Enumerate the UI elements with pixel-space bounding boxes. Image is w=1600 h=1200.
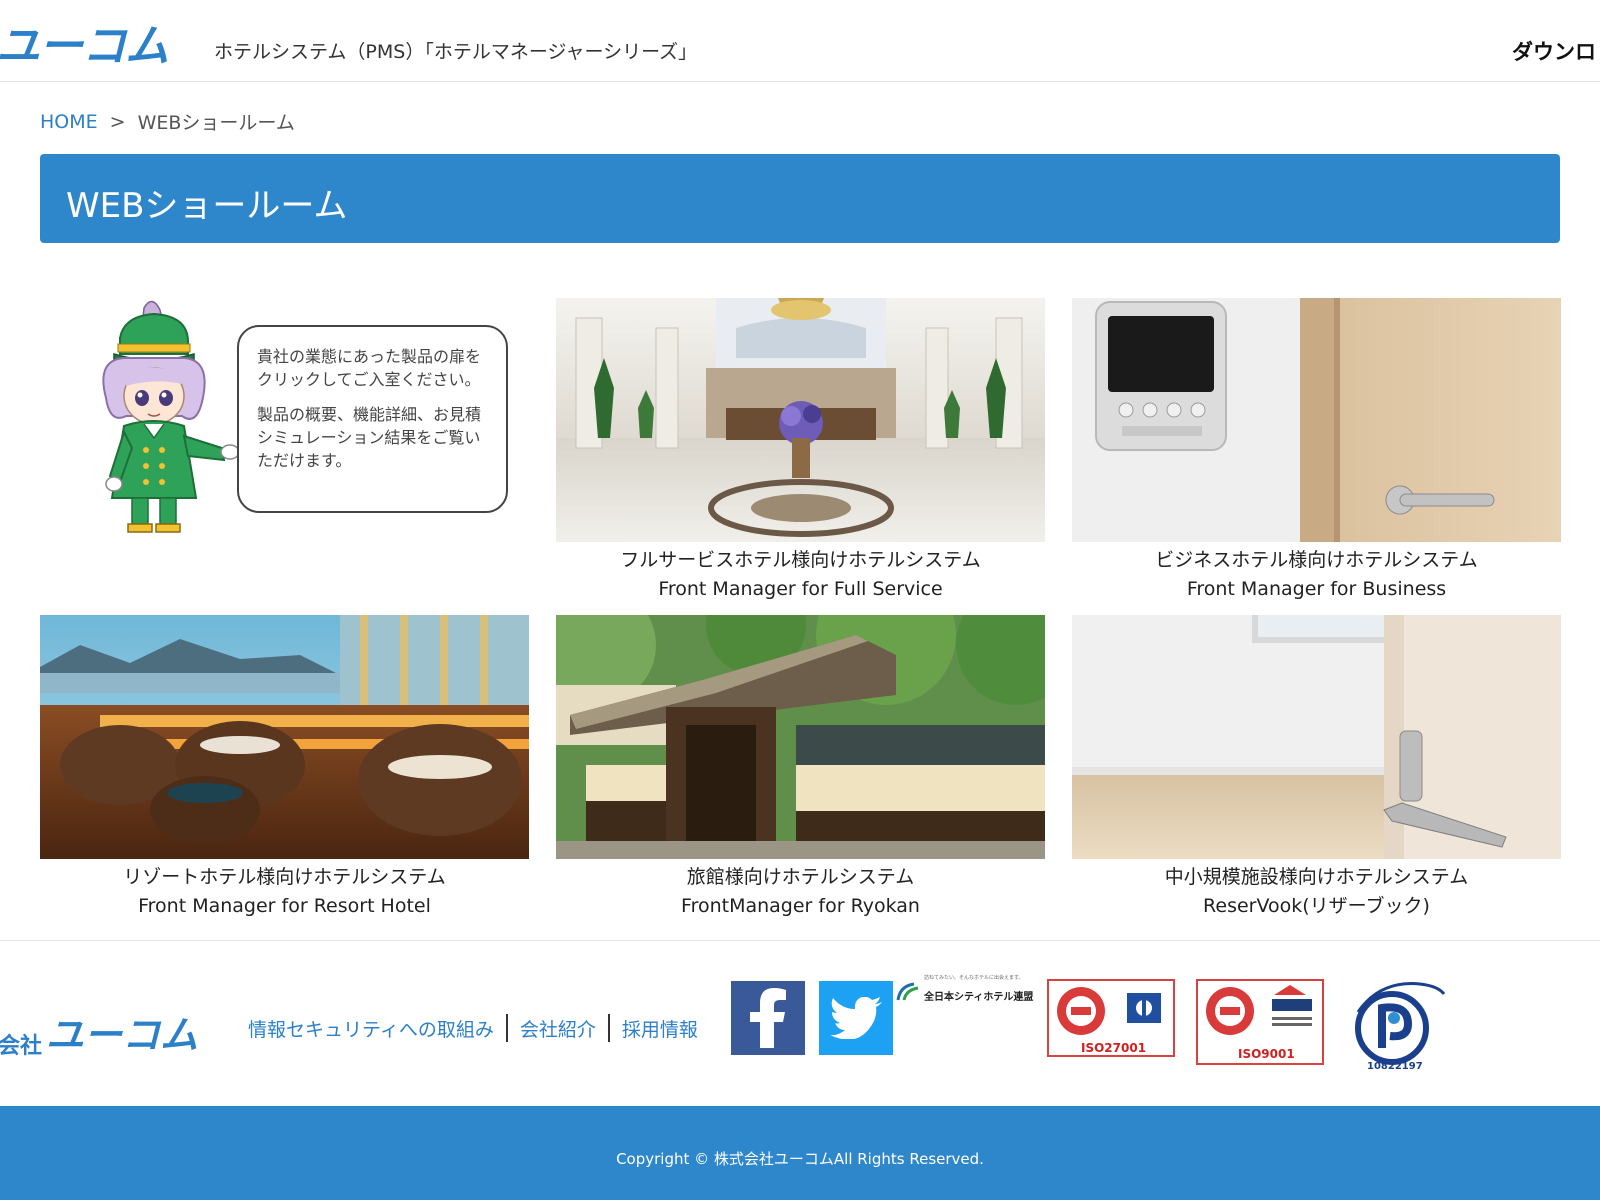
card-caption: ビジネスホテル様向けホテルシステム Front Manager for Busi… bbox=[1072, 542, 1561, 604]
breadcrumb-current: WEBショールーム bbox=[137, 112, 295, 134]
iso27001-label: ISO27001 bbox=[1081, 1041, 1147, 1055]
card-caption: リゾートホテル様向けホテルシステム Front Manager for Reso… bbox=[40, 859, 529, 921]
copyright-text: Copyright © 株式会社ユーコムAll Rights Reserved. bbox=[616, 1150, 984, 1168]
logo-text: ユーコム bbox=[0, 21, 169, 72]
jcha-logo-icon bbox=[896, 982, 919, 1001]
page-title-bar: WEBショールーム bbox=[40, 154, 1560, 243]
card-subtitle: Front Manager for Business bbox=[1186, 578, 1447, 600]
footer-company-prefix: 会社 bbox=[0, 1034, 43, 1059]
intro-panel: 貴社の業態にあった製品の扉をクリックしてご入室ください。 製品の概要、機能詳細、… bbox=[40, 298, 529, 542]
jcha-badge: 訪ねてみたい。そんなホテルに出会えます。 全日本シティホテル連盟 bbox=[896, 974, 1034, 1014]
card-caption: フルサービスホテル様向けホテルシステム Front Manager for Fu… bbox=[556, 542, 1045, 604]
iso9001-certification-badge: ISO9001 bbox=[1196, 979, 1324, 1065]
card-subtitle: Front Manager for Full Service bbox=[658, 578, 943, 600]
full-service-lobby-photo bbox=[556, 298, 1045, 542]
footer-links: 情報セキュリティへの取組み 会社紹介 採用情報 bbox=[246, 1014, 710, 1042]
site-header: ユーコム ホテルシステム（PMS）「ホテルマネージャーシリーズ」 ダウンロ bbox=[0, 0, 1600, 82]
privacy-mark-number: 10822197 bbox=[1367, 1061, 1423, 1072]
small-facility-door-photo bbox=[1072, 615, 1561, 859]
breadcrumb-separator: > bbox=[109, 110, 126, 133]
iso27001-certification-badge: ISO27001 bbox=[1047, 979, 1175, 1057]
card-title: 中小規模施設様向けホテルシステム bbox=[1164, 866, 1469, 888]
card-caption: 旅館様向けホテルシステム FrontManager for Ryokan bbox=[556, 859, 1045, 921]
card-subtitle: Front Manager for Resort Hotel bbox=[138, 895, 431, 917]
card-caption: 中小規模施設様向けホテルシステム ReserVook(リザーブック) bbox=[1072, 859, 1561, 921]
site-logo[interactable]: ユーコム bbox=[0, 18, 169, 72]
header-tagline: ホテルシステム（PMS）「ホテルマネージャーシリーズ」 bbox=[214, 41, 698, 63]
card-full-service[interactable]: フルサービスホテル様向けホテルシステム Front Manager for Fu… bbox=[556, 298, 1045, 604]
twitter-bird-glyph bbox=[830, 997, 882, 1039]
card-title: 旅館様向けホテルシステム bbox=[686, 866, 915, 888]
jcha-tagline: 訪ねてみたい。そんなホテルに出会えます。 bbox=[924, 975, 1024, 981]
card-ryokan[interactable]: 旅館様向けホテルシステム FrontManager for Ryokan bbox=[556, 615, 1045, 921]
download-link[interactable]: ダウンロ bbox=[1512, 36, 1600, 66]
ryokan-gate-photo bbox=[556, 615, 1045, 859]
breadcrumb-home-link[interactable]: HOME bbox=[40, 111, 98, 133]
card-business[interactable]: ビジネスホテル様向けホテルシステム Front Manager for Busi… bbox=[1072, 298, 1561, 604]
isms-certification-icon bbox=[1057, 987, 1161, 1035]
card-resort[interactable]: リゾートホテル様向けホテルシステム Front Manager for Reso… bbox=[40, 615, 529, 921]
card-subtitle: ReserVook(リザーブック) bbox=[1203, 895, 1430, 917]
facebook-icon[interactable] bbox=[731, 981, 805, 1055]
card-title: フルサービスホテル様向けホテルシステム bbox=[620, 549, 981, 571]
anab-certification-icon bbox=[1206, 985, 1312, 1035]
page-title: WEBショールーム bbox=[66, 186, 348, 226]
footer-link-security[interactable]: 情報セキュリティへの取組み bbox=[246, 1015, 506, 1042]
mascot-illustration bbox=[102, 300, 240, 533]
card-title: リゾートホテル様向けホテルシステム bbox=[123, 866, 446, 888]
twitter-icon[interactable] bbox=[819, 981, 893, 1055]
footer-link-recruit[interactable]: 採用情報 bbox=[610, 1015, 710, 1042]
breadcrumb: HOME > WEBショールーム bbox=[40, 108, 295, 135]
card-subtitle: FrontManager for Ryokan bbox=[681, 895, 920, 917]
bubble-text-1: 貴社の業態にあった製品の扉をクリックしてご入室ください。 bbox=[257, 347, 482, 389]
jcha-name: 全日本シティホテル連盟 bbox=[924, 992, 1034, 1003]
privacy-mark-icon bbox=[1355, 982, 1446, 1065]
speech-bubble: 貴社の業態にあった製品の扉をクリックしてご入室ください。 製品の概要、機能詳細、… bbox=[237, 325, 508, 513]
card-title: ビジネスホテル様向けホテルシステム bbox=[1155, 549, 1478, 571]
bubble-text-2: 製品の概要、機能詳細、お見積シミュレーション結果をご覧いただけます。 bbox=[257, 405, 482, 470]
iso9001-label: ISO9001 bbox=[1238, 1047, 1295, 1061]
business-hotel-door-photo bbox=[1072, 298, 1561, 542]
card-small-facility[interactable]: 中小規模施設様向けホテルシステム ReserVook(リザーブック) bbox=[1072, 615, 1561, 921]
footer-logo[interactable]: ユーコム bbox=[46, 1004, 198, 1059]
footer-link-company[interactable]: 会社紹介 bbox=[508, 1015, 608, 1042]
resort-lounge-photo bbox=[40, 615, 529, 859]
facebook-glyph bbox=[750, 988, 786, 1048]
